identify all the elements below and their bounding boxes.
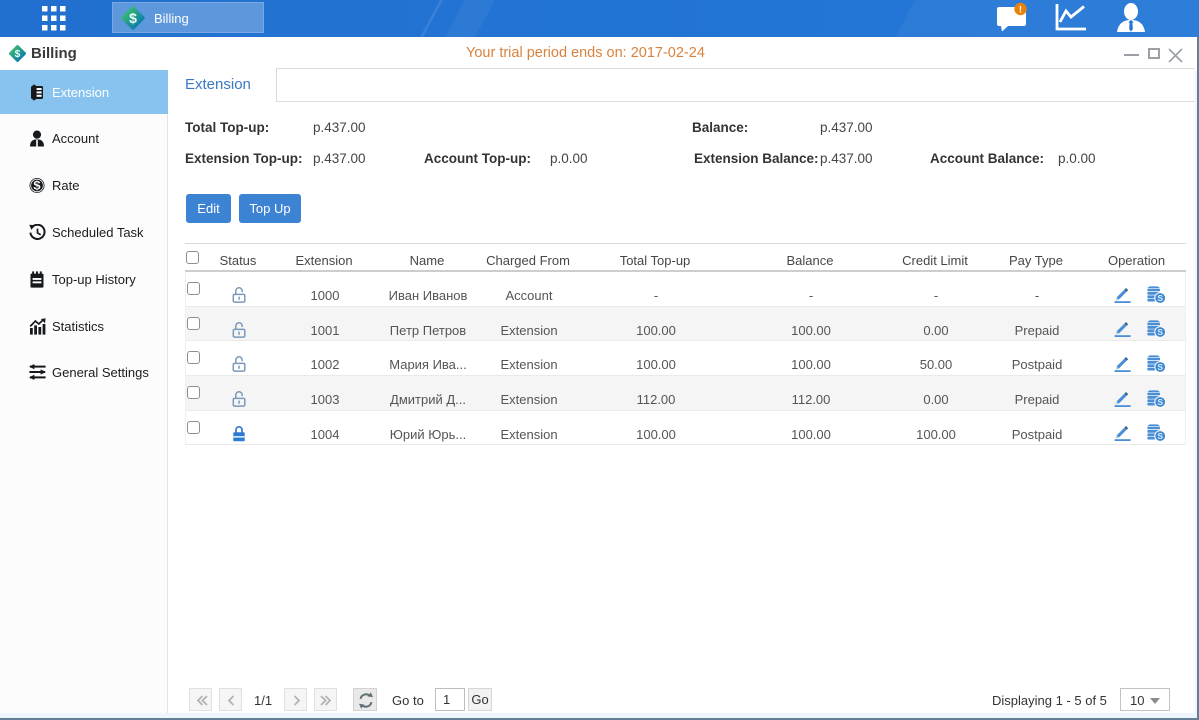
svg-text:S: S — [1157, 362, 1163, 372]
svg-text:!: ! — [1019, 5, 1022, 16]
svg-text:$: $ — [129, 10, 137, 26]
svg-text:$: $ — [15, 49, 21, 60]
svg-text:S: S — [1157, 327, 1163, 337]
svg-text:S: S — [1157, 293, 1163, 303]
svg-text:S: S — [1157, 397, 1163, 407]
svg-text:S: S — [1157, 431, 1163, 441]
